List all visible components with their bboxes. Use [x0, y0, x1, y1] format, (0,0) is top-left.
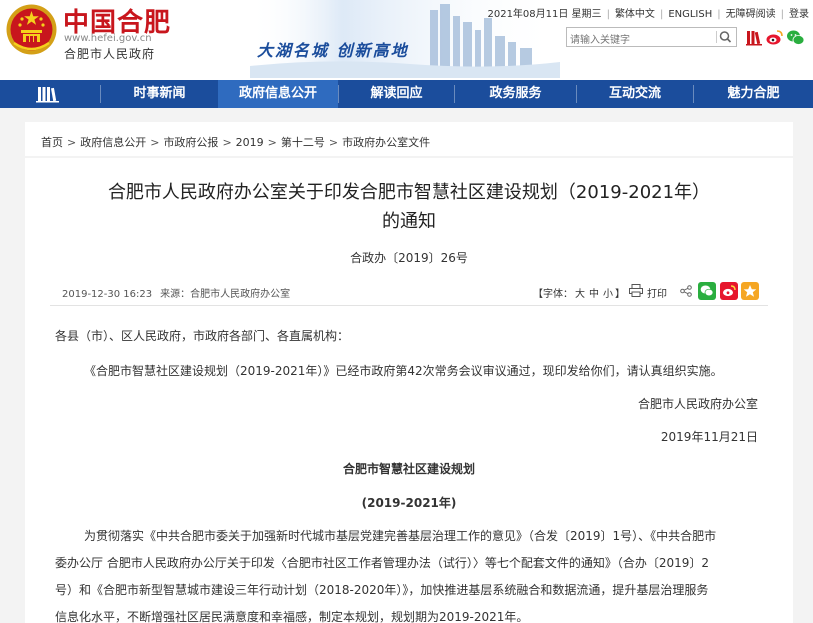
- nav-item-services[interactable]: 政务服务: [455, 80, 576, 108]
- search-box: [566, 27, 737, 50]
- document-number: 合政办〔2019〕26号: [350, 251, 468, 265]
- plan-period: (2019-2021年): [361, 496, 457, 510]
- breadcrumb-gazette[interactable]: 市政府公报: [163, 136, 218, 149]
- font-size-label-end: 】: [615, 289, 625, 300]
- sign-date: 2019年11月21日: [660, 430, 758, 444]
- breadcrumb-bar: 首页 > 政府信息公开 > 市政府公报 >2019 > 第十二号 > 市政府办公室文件: [25, 122, 793, 156]
- weibo-icon[interactable]: [720, 282, 738, 300]
- article-source: 来源：合肥市人民政府办公室: [160, 289, 291, 300]
- breadcrumb-gov-info[interactable]: 政府信息公开: [80, 136, 146, 149]
- salutation: 各县（市）、区人民政府，市政府各部门、各直属机构：: [55, 329, 350, 343]
- nav-item-interaction[interactable]: 互动交流: [577, 80, 693, 108]
- site-url: www.hefei.gov.cn: [64, 33, 152, 44]
- traditional-chinese-link[interactable]: 繁体中文: [615, 5, 655, 20]
- article-meta: 2019-12-30 16:23 来源：合肥市人民政府办公室: [62, 285, 290, 300]
- national-emblem-icon[interactable]: [5, 3, 58, 56]
- library-icon[interactable]: [0, 80, 100, 108]
- top-utility-links: 2021年08月11日 星期三 | 繁体中文 | ENGLISH | 无障碍阅读 | 登录: [487, 5, 809, 20]
- site-subtitle: 合肥市人民政府: [64, 47, 156, 61]
- body-paragraph-line: 委办公厅 合肥市人民政府办公厅关于印发〈合肥市社区工作者管理办法（试行）〉等七个…: [55, 556, 709, 570]
- library-icon[interactable]: [745, 28, 764, 47]
- signer: 合肥市人民政府办公室: [637, 397, 758, 411]
- font-size-small[interactable]: 小: [603, 289, 613, 300]
- meta-divider: [50, 305, 768, 306]
- wechat-icon[interactable]: [786, 28, 805, 47]
- body-paragraph-line: 号）和《合肥市新型智慧城市建设三年行动计划（2018-2020年）》，加快推进基…: [55, 583, 709, 597]
- site-header: 中国合肥 www.hefei.gov.cn 合肥市人民政府 大湖名城 创新高地 …: [0, 0, 813, 80]
- article-title-line: 的通知: [382, 211, 436, 232]
- font-size-tools: 【字体：大中小】: [533, 285, 625, 300]
- main-nav: 时事新闻 政府信息公开 解读回应 政务服务 互动交流 魅力合肥: [0, 80, 813, 108]
- nav-item-news[interactable]: 时事新闻: [101, 80, 218, 108]
- wechat-icon[interactable]: [698, 282, 716, 300]
- weibo-icon[interactable]: [765, 28, 784, 47]
- breadcrumb-year[interactable]: 2019: [236, 136, 264, 149]
- nav-item-interpretation[interactable]: 解读回应: [339, 80, 454, 108]
- body-paragraph: 《合肥市智慧社区建设规划（2019-2021年）》已经市政府第42次常务会议审议…: [84, 364, 723, 378]
- breadcrumb-issue[interactable]: 第十二号: [281, 136, 325, 149]
- font-size-large[interactable]: 大: [575, 289, 585, 300]
- nav-item-charm-hefei[interactable]: 魅力合肥: [694, 80, 813, 108]
- plan-title: 合肥市智慧社区建设规划: [342, 462, 475, 476]
- print-button[interactable]: 打印: [647, 285, 667, 300]
- breadcrumb: 首页 > 政府信息公开 > 市政府公报 >2019 > 第十二号 > 市政府办公室文件: [41, 136, 431, 149]
- article-title: 合肥市人民政府办公室关于印发合肥市智慧社区建设规划（2019-2021年） 的通…: [25, 178, 793, 236]
- body-paragraph-line: 信息化水平，不断增强社区居民满意度和幸福感，制定本规划，规划期为2019-202…: [55, 610, 529, 623]
- nav-item-gov-info[interactable]: 政府信息公开: [218, 80, 338, 108]
- font-size-medium[interactable]: 中: [589, 289, 599, 300]
- share-icon[interactable]: [680, 285, 692, 297]
- publish-time: 2019-12-30 16:23: [62, 289, 153, 300]
- english-link[interactable]: ENGLISH: [668, 9, 712, 20]
- print-icon[interactable]: [629, 284, 643, 297]
- breadcrumb-home[interactable]: 首页: [41, 136, 63, 149]
- article-title-line: 合肥市人民政府办公室关于印发合肥市智慧社区建设规划（2019-2021年）: [107, 182, 711, 203]
- body-paragraph-line: 为贯彻落实《中共合肥市委关于加强新时代城市基层党建完善基层治理工作的意见》（合发…: [84, 529, 717, 543]
- search-input[interactable]: [567, 31, 713, 50]
- font-size-label: 【字体：: [533, 289, 573, 300]
- accessibility-link[interactable]: 无障碍阅读: [726, 5, 776, 20]
- current-date: 2021年08月11日 星期三: [487, 9, 602, 20]
- login-link[interactable]: 登录: [789, 5, 809, 20]
- star-icon[interactable]: [741, 282, 759, 300]
- breadcrumb-office-docs[interactable]: 市政府办公室文件: [342, 136, 430, 149]
- article-panel: 合肥市人民政府办公室关于印发合肥市智慧社区建设规划（2019-2021年） 的通…: [25, 158, 793, 623]
- search-icon[interactable]: [716, 29, 734, 45]
- site-slogan: 大湖名城 创新高地: [257, 41, 409, 60]
